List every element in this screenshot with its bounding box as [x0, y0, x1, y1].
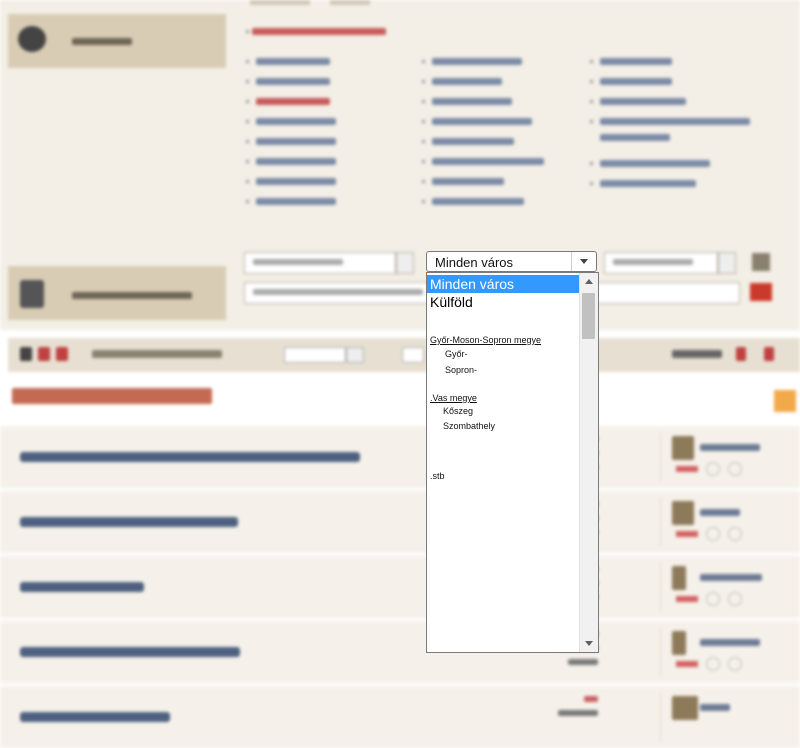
- scroll-down-icon[interactable]: [585, 641, 593, 646]
- pencil-icon: [20, 280, 44, 308]
- city-select-value: Minden város: [435, 255, 514, 270]
- left-menu-search-button[interactable]: [8, 14, 226, 68]
- chevron-down-icon: [580, 259, 588, 264]
- top-strip: [0, 0, 800, 8]
- left-menu: [8, 14, 226, 330]
- search-submit-button[interactable]: [750, 283, 772, 301]
- scrollbar-thumb[interactable]: [582, 293, 595, 339]
- section-heading: [12, 388, 212, 404]
- city-option[interactable]: Kőszeg: [427, 406, 595, 416]
- rss-icon[interactable]: [774, 390, 796, 412]
- city-select[interactable]: Minden város: [426, 251, 597, 272]
- filter-type-dropdown-button[interactable]: [718, 252, 736, 274]
- city-option[interactable]: .stb: [427, 471, 582, 481]
- search-icon: [18, 26, 46, 52]
- list-row[interactable]: [0, 685, 800, 748]
- left-menu-middle-item[interactable]: [8, 74, 226, 254]
- filter-county-field[interactable]: [244, 252, 396, 274]
- category-links: [232, 14, 792, 244]
- document-icon: [8, 74, 32, 102]
- scroll-up-icon[interactable]: [585, 279, 593, 284]
- filter-type-field[interactable]: [604, 252, 718, 274]
- list-row[interactable]: [0, 490, 800, 553]
- city-option[interactable]: Sopron-: [427, 365, 597, 375]
- list-row[interactable]: [0, 425, 800, 488]
- filter-extra-button[interactable]: [752, 253, 770, 271]
- city-select-dropdown-button[interactable]: [571, 252, 596, 271]
- city-option[interactable]: Külföld: [427, 293, 582, 311]
- list-row[interactable]: [0, 620, 800, 683]
- city-select-listbox[interactable]: Minden város Külföld Győr-Moson-Sopron m…: [426, 272, 599, 653]
- list-row[interactable]: [0, 555, 800, 618]
- left-menu-post-button[interactable]: [8, 266, 226, 320]
- filter-county-dropdown-button[interactable]: [396, 252, 414, 274]
- city-option-county[interactable]: .Vas megye: [427, 393, 582, 403]
- list-toolbar: [8, 338, 800, 372]
- city-option[interactable]: Győr-: [427, 349, 597, 359]
- city-option[interactable]: Minden város: [427, 275, 582, 293]
- listbox-scrollbar[interactable]: [579, 273, 598, 652]
- city-option-county[interactable]: Győr-Moson-Sopron megye: [427, 335, 582, 345]
- city-option[interactable]: Szombathely: [427, 421, 595, 431]
